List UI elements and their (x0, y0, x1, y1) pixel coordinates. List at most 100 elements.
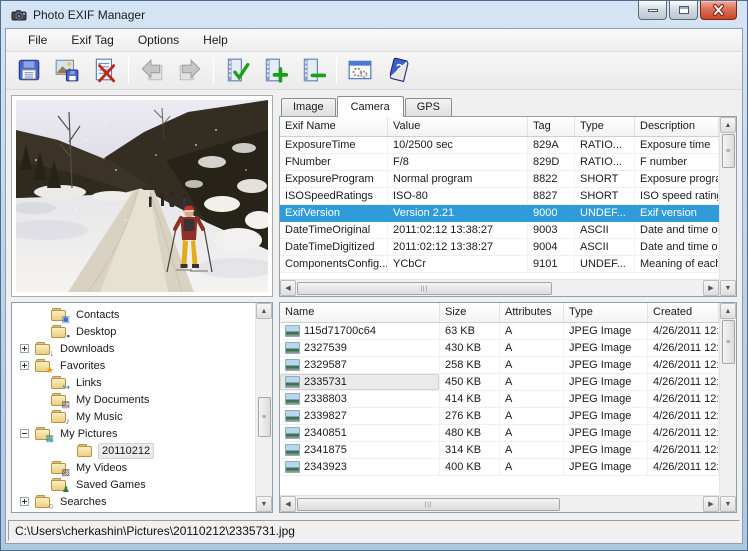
tree-item-my-music[interactable]: ♪My Music (12, 408, 255, 425)
scrollbar-thumb[interactable]: ||| (297, 282, 552, 295)
tree-item-my-documents[interactable]: ▤My Documents (12, 391, 255, 408)
file-row[interactable]: 2339827276 KBAJPEG Image4/26/2011 12: (280, 408, 719, 425)
col-description[interactable]: Description (635, 117, 719, 136)
scrollbar-thumb[interactable]: ≡ (722, 134, 735, 168)
file-row[interactable]: 2343923400 KBAJPEG Image4/26/2011 12: (280, 459, 719, 476)
expand-plus-icon[interactable] (20, 497, 29, 506)
scroll-left-icon[interactable]: ◀ (280, 496, 296, 512)
menu-help[interactable]: Help (191, 30, 240, 50)
menu-file[interactable]: File (16, 30, 59, 50)
file-row[interactable]: 2338803414 KBAJPEG Image4/26/2011 12: (280, 391, 719, 408)
save-file-button[interactable] (10, 52, 48, 88)
col-type[interactable]: Type (564, 303, 648, 322)
scroll-down-icon[interactable]: ▼ (720, 496, 736, 512)
col-type[interactable]: Type (575, 117, 635, 136)
cell-name: FNumber (280, 154, 388, 171)
expand-plus-icon[interactable] (20, 361, 29, 370)
scroll-right-icon[interactable]: ▶ (703, 496, 719, 512)
cell-desc: Date and time of (635, 222, 719, 239)
tree-item-contacts[interactable]: ▣Contacts (12, 306, 255, 323)
col-size[interactable]: Size (440, 303, 500, 322)
tree-item-desktop[interactable]: ▪Desktop (12, 323, 255, 340)
exif-horizontal-scrollbar[interactable]: ◀||| ▶ (280, 279, 719, 296)
title-bar[interactable]: Photo EXIF Manager (5, 1, 743, 28)
close-button[interactable] (700, 1, 737, 20)
folder-tree: ▣Contacts ▪Desktop ↓Downloads ★Favorites… (12, 303, 255, 512)
exif-table-header[interactable]: Exif Name Value Tag Type Description (280, 117, 719, 137)
files-vertical-scrollbar[interactable]: ▲≡ ▼ (719, 303, 736, 512)
scroll-right-icon[interactable]: ▶ (703, 280, 719, 296)
scroll-down-icon[interactable]: ▼ (720, 280, 736, 296)
exif-row-selected[interactable]: ExifVersionVersion 2.219000UNDEF...Exif … (280, 205, 719, 222)
delete-list-button[interactable] (86, 52, 124, 88)
maximize-button[interactable] (669, 1, 698, 20)
tree-item-favorites[interactable]: ★Favorites (12, 357, 255, 374)
tree-item-my-pictures[interactable]: ▦My Pictures (12, 425, 255, 442)
col-exif-name[interactable]: Exif Name (280, 117, 388, 136)
scroll-up-icon[interactable]: ▲ (720, 117, 736, 133)
exif-tag-add-button[interactable] (256, 52, 294, 88)
exif-tag-remove-button[interactable] (294, 52, 332, 88)
expand-plus-icon[interactable] (20, 344, 29, 353)
cell-value: F/8 (388, 154, 528, 171)
exif-row[interactable]: ExposureTime10/2500 sec829ARATIO...Expos… (280, 137, 719, 154)
minimize-button[interactable] (638, 1, 667, 20)
exif-tag-check-icon (224, 57, 250, 83)
file-row-selected[interactable]: 2335731450 KBAJPEG Image4/26/2011 12: (280, 374, 719, 391)
tree-item-searches[interactable]: ○Searches (12, 493, 255, 510)
file-row[interactable]: 2341875314 KBAJPEG Image4/26/2011 12: (280, 442, 719, 459)
tree-item-links[interactable]: ↪Links (12, 374, 255, 391)
col-created[interactable]: Created (648, 303, 719, 322)
exif-tag-check-button[interactable] (218, 52, 256, 88)
exif-row[interactable]: ExposureProgramNormal program8822SHORTEx… (280, 171, 719, 188)
scrollbar-thumb[interactable]: ≡ (258, 397, 271, 437)
menu-options[interactable]: Options (126, 30, 191, 50)
exif-tag-add-icon (262, 57, 288, 83)
scroll-up-icon[interactable]: ▲ (720, 303, 736, 319)
tab-gps[interactable]: GPS (405, 98, 452, 116)
col-attributes[interactable]: Attributes (500, 303, 564, 322)
scroll-down-icon[interactable]: ▼ (256, 496, 272, 512)
save-image-button[interactable] (48, 52, 86, 88)
exif-row[interactable]: DateTimeOriginal2011:02:12 13:38:279003A… (280, 222, 719, 239)
exif-vertical-scrollbar[interactable]: ▲≡ ▼ (719, 117, 736, 296)
tree-item-saved-games[interactable]: ♟Saved Games (12, 476, 255, 493)
file-row[interactable]: 2329587258 KBAJPEG Image4/26/2011 12: (280, 357, 719, 374)
exif-row[interactable]: DateTimeDigitized2011:02:12 13:38:279004… (280, 239, 719, 256)
tab-image[interactable]: Image (281, 98, 336, 116)
client-area: Image Camera GPS Exif Name Value Tag (6, 90, 742, 518)
files-horizontal-scrollbar[interactable]: ◀||| ▶ (280, 495, 719, 512)
scrollbar-thumb[interactable]: ≡ (722, 320, 735, 364)
delete-list-icon (92, 57, 118, 83)
tab-camera[interactable]: Camera (337, 96, 404, 117)
status-bar: C:\Users\cherkashin\Pictures\20110212\23… (6, 518, 742, 543)
col-tag[interactable]: Tag (528, 117, 575, 136)
current-file-path: C:\Users\cherkashin\Pictures\20110212\23… (15, 524, 295, 538)
file-row[interactable]: 115d71700c6463 KBAJPEG Image4/26/2011 12… (280, 323, 719, 340)
options-button[interactable] (341, 52, 379, 88)
cell-type: ASCII (575, 239, 635, 256)
col-name[interactable]: Name (280, 303, 440, 322)
file-row[interactable]: 2340851480 KBAJPEG Image4/26/2011 12: (280, 425, 719, 442)
scroll-up-icon[interactable]: ▲ (256, 303, 272, 319)
scroll-left-icon[interactable]: ◀ (280, 280, 296, 296)
exif-row[interactable]: ISOSpeedRatingsISO-808827SHORTISO speed … (280, 188, 719, 205)
previous-image-button[interactable] (133, 52, 171, 88)
tree-vertical-scrollbar[interactable]: ▲ ≡ ▼ (255, 303, 272, 512)
menu-exif-tag[interactable]: Exif Tag (59, 30, 125, 50)
file-row[interactable]: 2327539430 KBAJPEG Image4/26/2011 12: (280, 340, 719, 357)
exif-row[interactable]: FNumberF/8829DRATIO...F number (280, 154, 719, 171)
help-button[interactable]: ? (379, 52, 417, 88)
col-value[interactable]: Value (388, 117, 528, 136)
exif-tag-remove-icon (300, 57, 326, 83)
expand-minus-icon[interactable] (20, 429, 29, 438)
exif-row[interactable]: ComponentsConfig...YCbCr9101UNDEF...Mean… (280, 256, 719, 273)
scrollbar-thumb[interactable]: ||| (297, 498, 560, 511)
next-image-button[interactable] (171, 52, 209, 88)
plain-folder-icon (77, 444, 93, 457)
toolbar-separator (128, 56, 129, 84)
tree-item-my-videos[interactable]: ▧My Videos (12, 459, 255, 476)
tree-item-20110212[interactable]: 20110212 (12, 442, 255, 459)
tree-item-downloads[interactable]: ↓Downloads (12, 340, 255, 357)
file-list-header[interactable]: Name Size Attributes Type Created (280, 303, 719, 323)
